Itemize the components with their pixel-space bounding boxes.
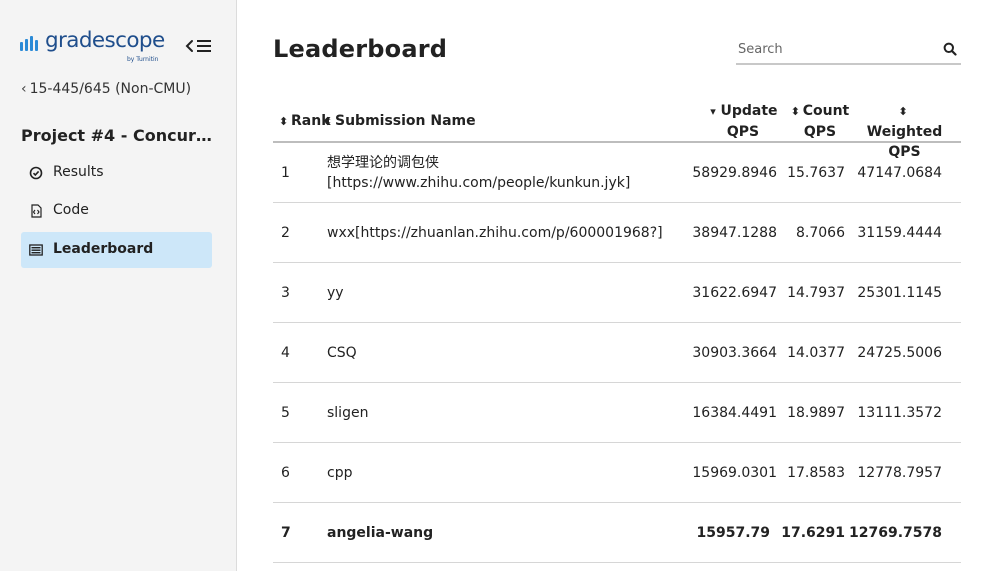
column-header-label: Submission Name (335, 113, 476, 129)
table-row-current-user: 7 angelia-wang 15957.79 17.6291 12769.75… (273, 503, 961, 563)
column-header-label: Weighted (866, 124, 943, 140)
search-box (736, 37, 961, 65)
submission-name-line: [https://www.zhihu.com/people/kunkun.jyk… (327, 175, 631, 191)
update-qps-cell: 15969.0301 (692, 465, 777, 481)
rank-cell: 1 (281, 165, 290, 181)
weighted-qps-cell: 25301.1145 (857, 285, 942, 301)
table-header: ⬍ Rank ⬍ Submission Name ▾ Update QPS ⬍ Coun… (273, 100, 961, 160)
table-row: 3 yy 31622.6947 14.7937 25301.1145 (273, 263, 961, 323)
table-row: 4 CSQ 30903.3664 14.0377 24725.5006 (273, 323, 961, 383)
logo-subtext: by Turnitin (127, 56, 159, 63)
update-qps-cell: 16384.4491 (692, 405, 777, 421)
update-qps-cell: 30903.3664 (692, 345, 777, 361)
sort-both-icon: ⬍ (279, 115, 289, 128)
table-row: 2 wxx[https://zhuanlan.zhihu.com/p/60000… (273, 203, 961, 263)
weighted-qps-cell: 12778.7957 (857, 465, 942, 481)
sort-both-icon: ⬍ (323, 115, 333, 128)
table-row: 1 想学理论的调包侠 [https://www.zhihu.com/people… (273, 143, 961, 203)
rank-cell: 4 (281, 345, 290, 361)
weighted-qps-cell: 12769.7578 (849, 525, 942, 541)
submission-name-cell: 想学理论的调包侠 [https://www.zhihu.com/people/k… (327, 153, 677, 193)
course-breadcrumb-link[interactable]: ‹ 15-445/645 (Non-CMU) (21, 81, 191, 97)
rank-cell: 5 (281, 405, 290, 421)
leaderboard-table: ⬍ Rank ⬍ Submission Name ▾ Update QPS ⬍ Coun… (273, 100, 961, 563)
submission-name-line: 想学理论的调包侠 (327, 155, 439, 171)
sort-descending-icon: ▾ (710, 105, 716, 118)
submission-name-cell: wxx[https://zhuanlan.zhihu.com/p/6000019… (327, 225, 663, 241)
update-qps-cell: 31622.6947 (692, 285, 777, 301)
rank-cell: 2 (281, 225, 290, 241)
update-qps-cell: 58929.8946 (692, 165, 777, 181)
rank-cell: 3 (281, 285, 290, 301)
rank-cell: 7 (281, 525, 291, 541)
sidebar-item-leaderboard[interactable]: Leaderboard (21, 232, 212, 268)
column-header-label: Count (802, 103, 850, 119)
count-qps-cell: 15.7637 (787, 165, 845, 181)
column-header-label: QPS (803, 124, 837, 140)
table-row: 5 sligen 16384.4491 18.9897 13111.3572 (273, 383, 961, 443)
table-row: 6 cpp 15969.0301 17.8583 12778.7957 (273, 443, 961, 503)
weighted-qps-cell: 24725.5006 (857, 345, 942, 361)
update-qps-cell: 15957.79 (696, 525, 770, 541)
column-header-update-qps[interactable]: ▾ Update QPS (698, 101, 788, 142)
sidebar-item-label: Results (53, 164, 104, 180)
logo-text: gradescope (45, 28, 165, 53)
submission-name-cell: sligen (327, 405, 369, 421)
sidebar-item-label: Leaderboard (53, 241, 154, 257)
update-qps-cell: 38947.1288 (692, 225, 777, 241)
submission-name-cell: CSQ (327, 345, 357, 361)
column-header-label: QPS (726, 124, 760, 140)
submission-name-cell: cpp (327, 465, 353, 481)
column-header-count-qps[interactable]: ⬍ Count QPS (785, 101, 855, 142)
column-header-label: Update (720, 103, 778, 119)
sort-both-icon: ⬍ (898, 105, 908, 118)
submission-name-cell: yy (327, 285, 344, 301)
count-qps-cell: 17.6291 (781, 525, 845, 541)
course-name: 15-445/645 (Non-CMU) (29, 81, 192, 97)
count-qps-cell: 8.7066 (796, 225, 845, 241)
leaderboard-icon (29, 244, 43, 256)
code-file-icon (31, 204, 42, 218)
rank-cell: 6 (281, 465, 290, 481)
submission-name-cell: angelia-wang (327, 525, 434, 541)
search-icon[interactable] (943, 42, 957, 56)
search-input[interactable] (736, 37, 936, 61)
project-title: Project #4 - Concurrency Control (21, 126, 216, 145)
count-qps-cell: 14.7937 (787, 285, 845, 301)
weighted-qps-cell: 31159.4444 (857, 225, 942, 241)
page-title: Leaderboard (273, 35, 448, 63)
chevron-left-icon: ‹ (21, 81, 27, 97)
sidebar-item-code[interactable]: Code (21, 193, 212, 229)
count-qps-cell: 18.9897 (787, 405, 845, 421)
sidebar: gradescope by Turnitin ‹ 15-445/645 (Non-… (0, 0, 237, 571)
count-qps-cell: 17.8583 (787, 465, 845, 481)
sort-both-icon: ⬍ (790, 105, 800, 118)
check-circle-icon (29, 166, 43, 180)
weighted-qps-cell: 47147.0684 (857, 165, 942, 181)
sidebar-item-results[interactable]: Results (21, 155, 212, 191)
collapse-sidebar-icon[interactable] (185, 37, 213, 55)
count-qps-cell: 14.0377 (787, 345, 845, 361)
weighted-qps-cell: 13111.3572 (857, 405, 942, 421)
sidebar-item-label: Code (53, 202, 89, 218)
column-header-submission-name[interactable]: ⬍ Submission Name (323, 111, 476, 132)
logo-bars-icon (20, 36, 38, 51)
